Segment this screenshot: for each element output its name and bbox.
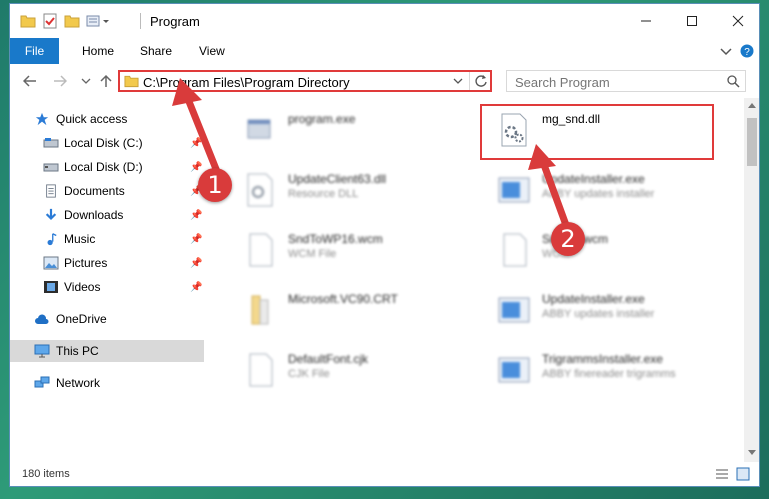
explorer-window: Program File Home Share View ? C:\Progra… [9,3,760,487]
arrow-1 [172,78,224,183]
annotation-arrows [172,78,574,240]
step-marker-1: 1 [198,168,232,202]
step-marker-2: 2 [551,222,585,256]
